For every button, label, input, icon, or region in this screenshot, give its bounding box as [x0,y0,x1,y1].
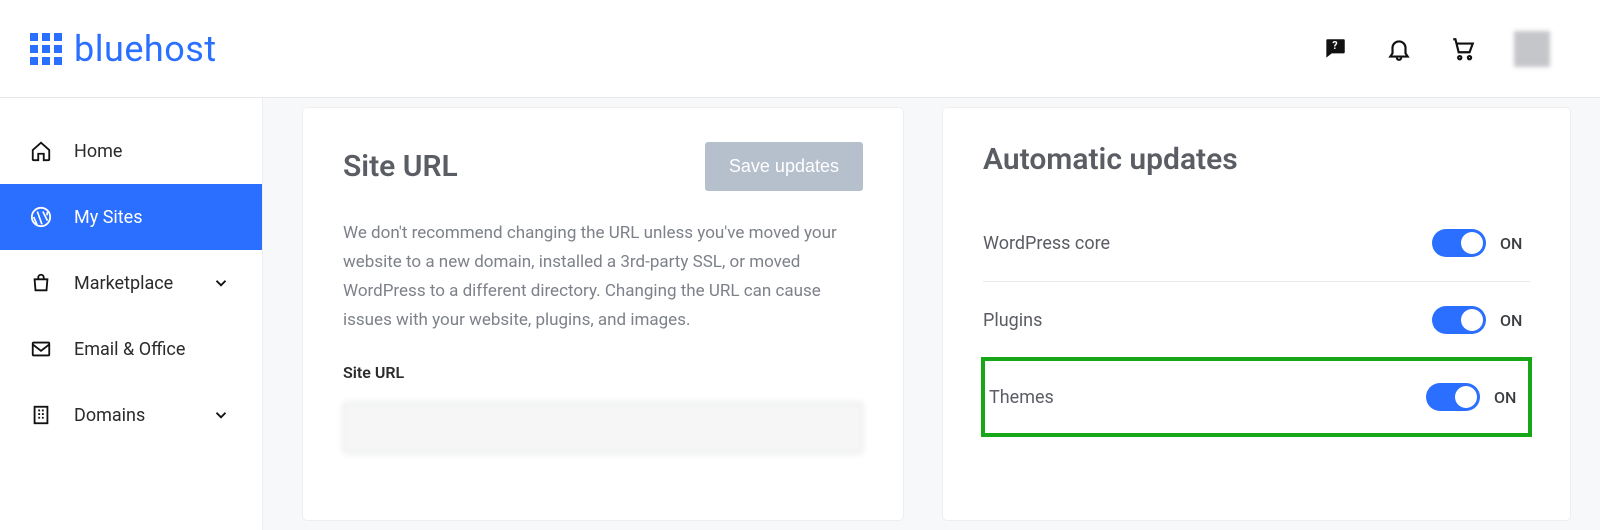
brand-logo[interactable]: bluehost [30,28,217,70]
save-updates-button[interactable]: Save updates [705,142,863,191]
sidebar-item-label: My Sites [74,207,142,228]
toggle-row-plugins: Plugins ON [983,282,1530,359]
site-url-card: Site URL Save updates We don't recommend… [303,108,903,520]
site-url-field-label: Site URL [343,363,863,382]
bag-icon [30,272,52,294]
sidebar-item-label: Domains [74,405,145,426]
toggle-row-themes: Themes ON [983,359,1530,435]
toggle-label: WordPress core [983,233,1432,254]
header: bluehost ? [0,0,1600,98]
sidebar-item-home[interactable]: Home [0,118,262,184]
toggle-themes[interactable] [1426,383,1480,411]
avatar[interactable] [1514,31,1550,67]
toggle-state: ON [1500,311,1530,330]
main: Home My Sites Marketplace Email & Office [0,98,1600,530]
content: Site URL Save updates We don't recommend… [263,98,1600,530]
sidebar-item-label: Marketplace [74,273,173,294]
help-chat-icon[interactable]: ? [1322,36,1348,62]
toggle-row-wordpress-core: WordPress core ON [983,205,1530,282]
header-actions: ? [1322,31,1550,67]
sidebar-item-label: Home [74,141,122,162]
home-icon [30,140,52,162]
chevron-down-icon [210,404,232,426]
site-url-description: We don't recommend changing the URL unle… [343,219,863,335]
wordpress-icon [30,206,52,228]
sidebar-item-my-sites[interactable]: My Sites [0,184,262,250]
toggle-label: Plugins [983,310,1432,331]
toggle-state: ON [1494,388,1524,407]
bell-icon[interactable] [1386,36,1412,62]
building-icon [30,404,52,426]
site-url-title: Site URL [343,149,458,184]
cart-icon[interactable] [1450,36,1476,62]
sidebar: Home My Sites Marketplace Email & Office [0,98,263,530]
sidebar-item-marketplace[interactable]: Marketplace [0,250,262,316]
svg-text:?: ? [1332,39,1337,52]
automatic-updates-card: Automatic updates WordPress core ON Plug… [943,108,1570,520]
mail-icon [30,338,52,360]
chevron-down-icon [210,272,232,294]
toggle-state: ON [1500,234,1530,253]
sidebar-item-domains[interactable]: Domains [0,382,262,448]
automatic-updates-title: Automatic updates [983,142,1238,177]
toggle-plugins[interactable] [1432,306,1486,334]
brand-name: bluehost [74,28,217,70]
toggle-wordpress-core[interactable] [1432,229,1486,257]
sidebar-item-email-office[interactable]: Email & Office [0,316,262,382]
site-url-input[interactable] [343,402,863,454]
sidebar-item-label: Email & Office [74,339,185,360]
toggle-label: Themes [989,387,1426,408]
logo-grid-icon [30,33,62,65]
